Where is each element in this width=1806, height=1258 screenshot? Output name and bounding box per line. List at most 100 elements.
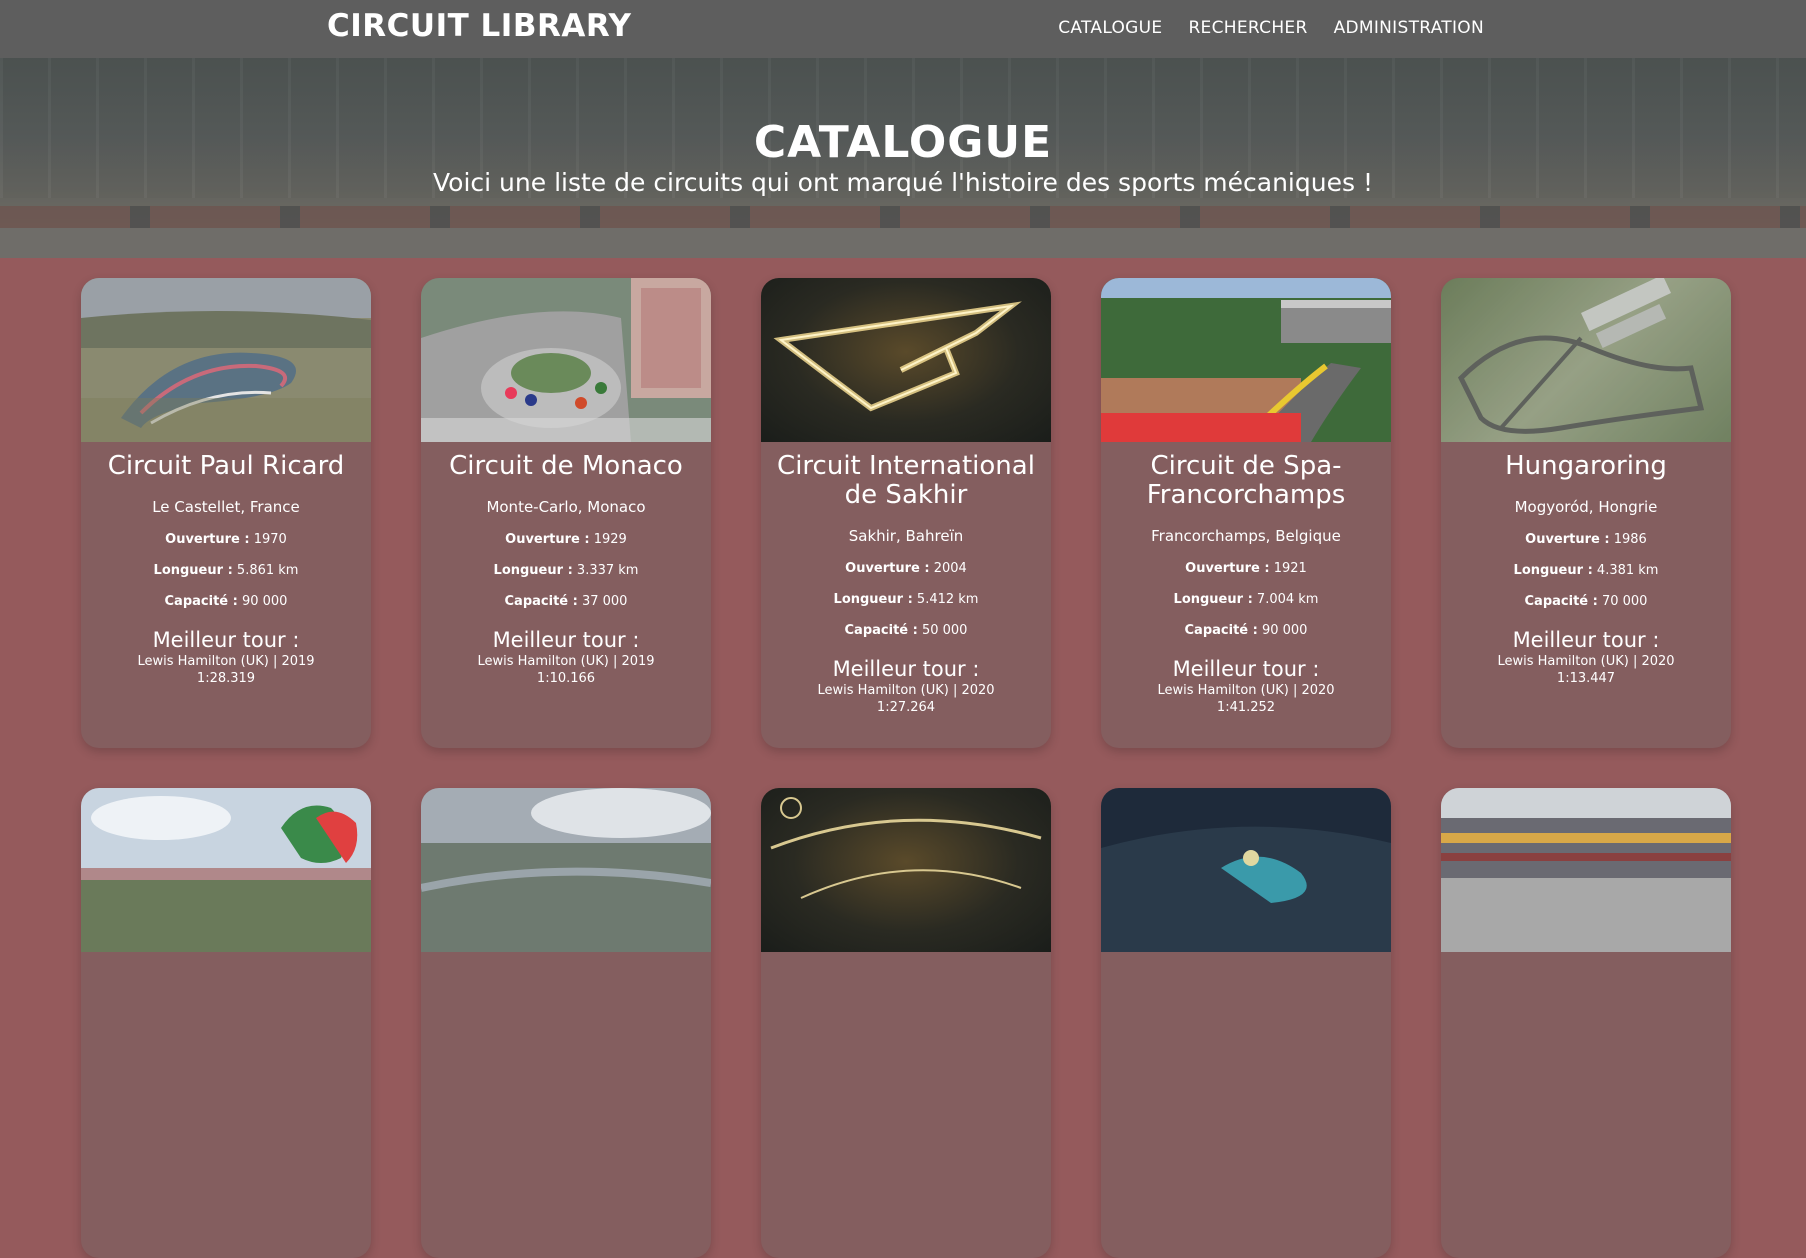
best-lap-time: 1:27.264 xyxy=(876,700,936,715)
best-lap-label: Meilleur tour : xyxy=(152,628,300,652)
circuit-length: Longueur : 4.381 km xyxy=(1449,563,1723,578)
capacity-value: 50 000 xyxy=(921,623,968,638)
circuit-aerial-photo xyxy=(1441,278,1731,442)
circuit-card[interactable]: Hungaroring Mogyoród, Hongrie Ouverture … xyxy=(1441,278,1731,748)
opening-value: 1970 xyxy=(253,532,287,547)
circuit-name: Circuit International de Sakhir xyxy=(777,451,1035,510)
circuit-capacity: Capacité : 90 000 xyxy=(89,594,363,609)
circuit-card[interactable]: Circuit International de Sakhir Sakhir, … xyxy=(761,278,1051,748)
length-value: 5.861 km xyxy=(236,563,299,578)
length-label: Longueur : xyxy=(1513,563,1593,578)
circuit-capacity: Capacité : 90 000 xyxy=(1109,623,1383,638)
circuit-card[interactable]: Circuit de Spa-Francorchamps Francorcham… xyxy=(1101,278,1391,748)
circuit-aerial-photo xyxy=(421,788,711,952)
hero-banner: CATALOGUE Voici une liste de circuits qu… xyxy=(0,58,1806,258)
navbar: CIRCUIT LIBRARY CATALOGUE RECHERCHER ADM… xyxy=(0,0,1806,58)
circuit-aerial-photo xyxy=(1441,788,1731,952)
circuit-card[interactable]: Circuit Paul Ricard Le Castellet, France… xyxy=(81,278,371,748)
circuit-aerial-photo xyxy=(421,278,711,442)
nav-link-administration[interactable]: ADMINISTRATION xyxy=(1334,18,1484,38)
card-body: Circuit International de Sakhir Sakhir, … xyxy=(761,442,1051,716)
circuit-card[interactable] xyxy=(1101,788,1391,1258)
circuit-card[interactable] xyxy=(761,788,1051,1258)
capacity-value: 90 000 xyxy=(1261,623,1308,638)
opening-label: Ouverture : xyxy=(165,532,250,547)
circuit-name: Circuit Paul Ricard xyxy=(107,451,345,481)
page-title: CATALOGUE xyxy=(753,117,1053,168)
page-subtitle: Voici une liste de circuits qui ont marq… xyxy=(433,168,1373,197)
circuit-location: Francorchamps, Belgique xyxy=(1151,527,1341,545)
circuit-opening: Ouverture : 1929 xyxy=(429,532,703,547)
circuit-aerial-photo xyxy=(773,301,1022,412)
opening-value: 1921 xyxy=(1273,561,1307,576)
best-lap-driver: Lewis Hamilton (UK) | 2020 xyxy=(817,683,995,698)
opening-label: Ouverture : xyxy=(1185,561,1270,576)
best-lap-driver: Lewis Hamilton (UK) | 2020 xyxy=(1157,683,1335,698)
best-lap-driver: Lewis Hamilton (UK) | 2019 xyxy=(137,654,315,669)
circuit-grid: Circuit Paul Ricard Le Castellet, France… xyxy=(81,278,1731,1258)
circuit-image xyxy=(1101,278,1391,442)
best-lap-time: 1:41.252 xyxy=(1216,700,1276,715)
length-value: 4.381 km xyxy=(1596,563,1659,578)
best-lap-label: Meilleur tour : xyxy=(1172,657,1320,681)
best-lap-time: 1:28.319 xyxy=(196,671,256,686)
capacity-label: Capacité : xyxy=(504,594,578,609)
circuit-name: Circuit de Spa-Francorchamps xyxy=(1146,451,1346,510)
length-value: 5.412 km xyxy=(916,592,979,607)
circuit-card[interactable]: Circuit de Monaco Monte-Carlo, Monaco Ou… xyxy=(421,278,711,748)
opening-label: Ouverture : xyxy=(505,532,590,547)
circuit-opening: Ouverture : 1986 xyxy=(1449,532,1723,547)
circuit-length: Longueur : 5.412 km xyxy=(769,592,1043,607)
card-body: Circuit de Monaco Monte-Carlo, Monaco Ou… xyxy=(421,442,711,687)
best-lap-time: 1:13.447 xyxy=(1556,671,1616,686)
circuit-image xyxy=(81,278,371,442)
capacity-value: 70 000 xyxy=(1601,594,1648,609)
circuit-capacity: Capacité : 37 000 xyxy=(429,594,703,609)
circuit-image xyxy=(1441,278,1731,442)
capacity-label: Capacité : xyxy=(164,594,238,609)
circuit-name: Hungaroring xyxy=(1505,451,1667,481)
nav-link-catalogue[interactable]: CATALOGUE xyxy=(1058,18,1162,38)
best-lap-label: Meilleur tour : xyxy=(492,628,640,652)
circuit-image xyxy=(1441,788,1731,952)
circuit-aerial-photo xyxy=(1101,278,1391,442)
brand-logo[interactable]: CIRCUIT LIBRARY xyxy=(327,8,631,44)
circuit-length: Longueur : 3.337 km xyxy=(429,563,703,578)
circuit-location: Le Castellet, France xyxy=(152,498,300,516)
circuit-image xyxy=(421,788,711,952)
length-value: 3.337 km xyxy=(576,563,639,578)
length-label: Longueur : xyxy=(153,563,233,578)
circuit-length: Longueur : 5.861 km xyxy=(89,563,363,578)
capacity-label: Capacité : xyxy=(844,623,918,638)
nav-link-rechercher[interactable]: RECHERCHER xyxy=(1188,18,1307,38)
opening-value: 2004 xyxy=(933,561,967,576)
circuit-card[interactable] xyxy=(81,788,371,1258)
circuit-name: Circuit de Monaco xyxy=(449,451,683,481)
best-lap-label: Meilleur tour : xyxy=(832,657,980,681)
circuit-card[interactable] xyxy=(1441,788,1731,1258)
best-lap-driver: Lewis Hamilton (UK) | 2019 xyxy=(477,654,655,669)
circuit-image xyxy=(81,788,371,952)
circuit-opening: Ouverture : 1921 xyxy=(1109,561,1383,576)
opening-label: Ouverture : xyxy=(845,561,930,576)
circuit-capacity: Capacité : 70 000 xyxy=(1449,594,1723,609)
capacity-value: 37 000 xyxy=(581,594,628,609)
circuit-aerial-photo xyxy=(770,797,1042,899)
circuit-card[interactable] xyxy=(421,788,711,1258)
best-lap-driver: Lewis Hamilton (UK) | 2020 xyxy=(1497,654,1675,669)
capacity-label: Capacité : xyxy=(1184,623,1258,638)
circuit-image xyxy=(761,788,1051,952)
card-body: Circuit Paul Ricard Le Castellet, France… xyxy=(81,442,371,687)
length-label: Longueur : xyxy=(493,563,573,578)
circuit-opening: Ouverture : 1970 xyxy=(89,532,363,547)
circuit-aerial-photo xyxy=(1101,788,1391,952)
circuit-location: Monte-Carlo, Monaco xyxy=(486,498,646,516)
opening-value: 1929 xyxy=(593,532,627,547)
best-lap-time: 1:10.166 xyxy=(536,671,596,686)
length-label: Longueur : xyxy=(833,592,913,607)
length-value: 7.004 km xyxy=(1256,592,1319,607)
capacity-value: 90 000 xyxy=(241,594,288,609)
capacity-label: Capacité : xyxy=(1524,594,1598,609)
circuit-aerial-photo xyxy=(81,788,371,952)
best-lap-label: Meilleur tour : xyxy=(1512,628,1660,652)
